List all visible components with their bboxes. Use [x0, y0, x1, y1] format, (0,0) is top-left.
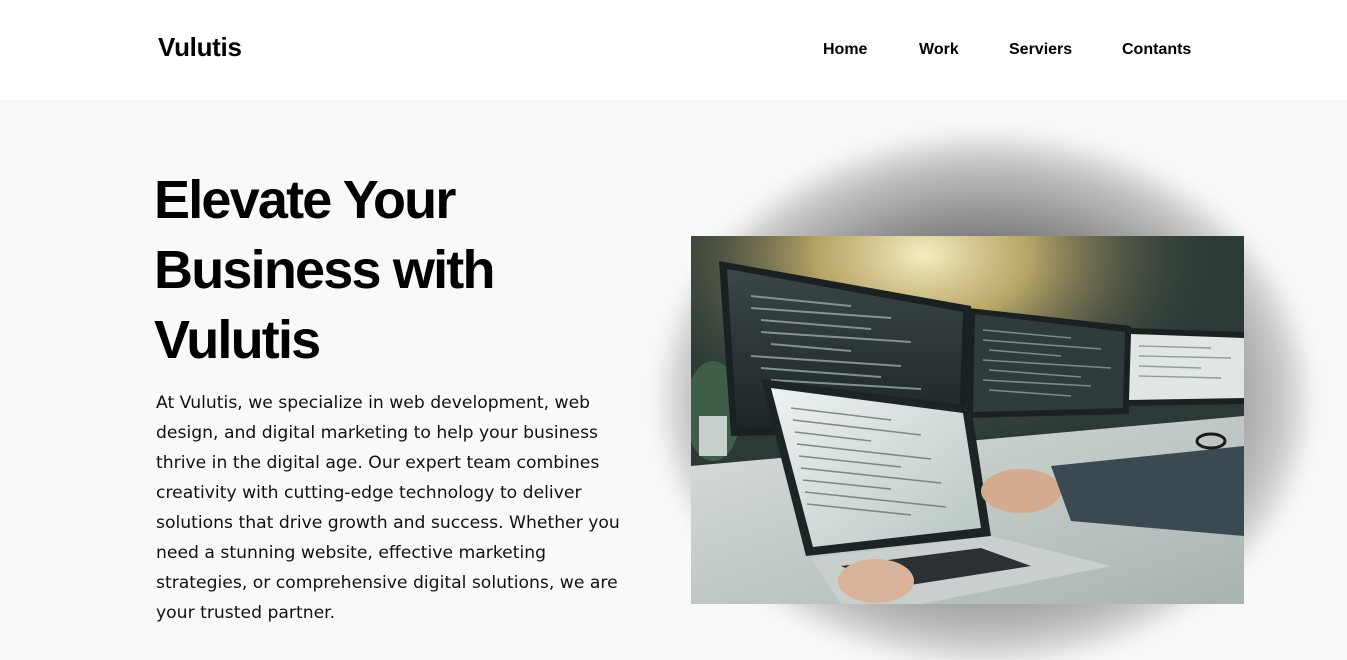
laptop-coding-illustration — [691, 236, 1244, 604]
nav-home-link[interactable]: Home — [823, 41, 867, 59]
hero-title-line-2: Business with — [154, 240, 495, 300]
main-nav: Home Work Serviers Contants — [0, 41, 1347, 61]
hero-title-line-3: Vulutis — [154, 310, 321, 370]
hero-title: Elevate Your Business with Vulutis — [154, 165, 574, 375]
nav-work-link[interactable]: Work — [919, 41, 959, 59]
nav-services-link[interactable]: Serviers — [1009, 41, 1072, 59]
hero-image — [691, 236, 1244, 604]
site-header: Vulutis Home Work Serviers Contants — [0, 0, 1347, 100]
hero-description: At Vulutis, we specialize in web develop… — [156, 393, 620, 623]
nav-contacts-link[interactable]: Contants — [1122, 41, 1191, 59]
hero-title-line-1: Elevate Your — [154, 170, 456, 230]
